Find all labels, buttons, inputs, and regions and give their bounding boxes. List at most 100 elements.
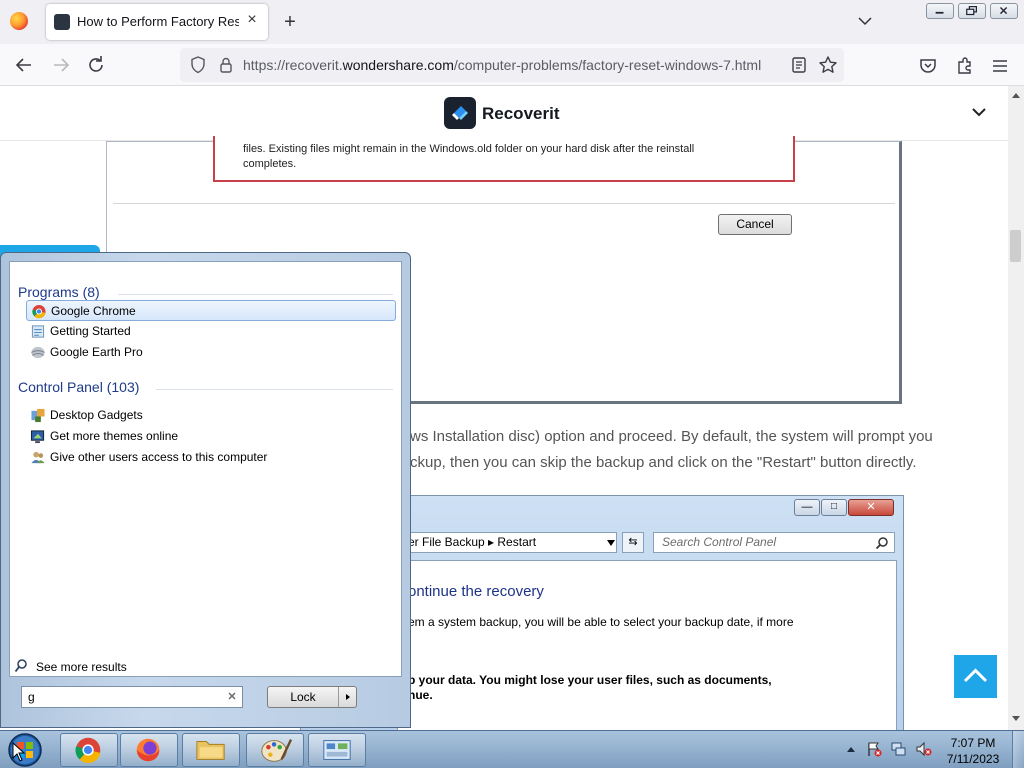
- list-all-tabs-icon[interactable]: [855, 11, 875, 31]
- close-icon: ✕: [848, 499, 894, 516]
- clear-search-icon[interactable]: [227, 691, 237, 701]
- recovery-content: ontinue the recovery em a system backup,…: [397, 560, 897, 730]
- mouse-cursor-icon: [12, 742, 26, 762]
- paint-palette-icon: [261, 739, 293, 762]
- scroll-down-arrow-icon[interactable]: [1010, 714, 1022, 724]
- start-menu-results-pane: Programs (8) Google Chrome Getting Start…: [9, 261, 402, 677]
- google-earth-icon: [31, 346, 45, 359]
- url-bar[interactable]: https://recoverit.wondershare.com/comput…: [180, 48, 844, 82]
- search-control-panel-field: Search Control Panel: [653, 532, 895, 553]
- clock-date[interactable]: 7/11/2023: [940, 752, 1006, 766]
- site-favicon-icon: [54, 14, 70, 30]
- firefox-icon: [136, 738, 160, 762]
- divider: [113, 203, 895, 204]
- forward-button[interactable]: [48, 52, 74, 78]
- chevron-up-icon: [963, 668, 988, 683]
- close-tab-icon[interactable]: ×: [242, 10, 262, 30]
- divider: [156, 389, 393, 390]
- window-close-button[interactable]: [990, 3, 1018, 19]
- programs-heading: Programs (8): [18, 284, 100, 300]
- page-scrollbar[interactable]: [1008, 86, 1024, 730]
- brand-name[interactable]: Recoverit: [482, 104, 559, 124]
- refresh-icon: ⇆: [622, 532, 644, 553]
- reload-button[interactable]: [83, 52, 109, 78]
- shutdown-options-arrow-icon[interactable]: [344, 693, 352, 701]
- recovery-warning-text: nue.: [408, 688, 433, 702]
- bookmark-star-icon[interactable]: [818, 55, 838, 75]
- window-restore-button[interactable]: [958, 3, 986, 19]
- divider: [338, 687, 339, 707]
- chrome-icon: [75, 737, 101, 763]
- url-text[interactable]: https://recoverit.wondershare.com/comput…: [243, 57, 761, 73]
- magnifier-icon: [14, 659, 27, 673]
- scroll-to-top-button[interactable]: [954, 655, 997, 698]
- navigation-bar: https://recoverit.wondershare.com/comput…: [0, 44, 1024, 86]
- window-minimize-button[interactable]: [926, 3, 954, 19]
- scrollbar-thumb[interactable]: [1010, 230, 1021, 262]
- minimize-icon: —: [794, 499, 820, 516]
- browser-tab[interactable]: How to Perform Factory Reset on Windows …: [46, 4, 268, 40]
- lock-label: Lock: [290, 690, 316, 704]
- start-search-input[interactable]: g: [21, 686, 243, 708]
- show-hidden-icons-arrow-icon[interactable]: [846, 745, 856, 753]
- result-label: Google Chrome: [51, 304, 136, 318]
- hamburger-menu-icon[interactable]: [990, 56, 1010, 76]
- control-panel-icon: [323, 740, 351, 760]
- start-result-desktop-gadgets[interactable]: Desktop Gadgets: [26, 405, 396, 426]
- start-result-get-more-themes[interactable]: Get more themes online: [26, 426, 396, 447]
- recovery-text: em a system backup, you will be able to …: [408, 615, 794, 629]
- gadgets-icon: [31, 408, 45, 423]
- network-icon[interactable]: [891, 741, 907, 757]
- result-label: Google Earth Pro: [50, 345, 143, 359]
- start-result-google-earth-pro[interactable]: Google Earth Pro: [26, 342, 396, 363]
- article-paragraph-line: ws Installation disc) option and proceed…: [410, 428, 933, 445]
- result-label: Give other users access to this computer: [50, 450, 268, 464]
- start-result-give-users-access[interactable]: Give other users access to this computer: [26, 447, 396, 468]
- taskbar-firefox-button[interactable]: [120, 733, 178, 767]
- extensions-puzzle-icon[interactable]: [955, 56, 975, 76]
- cancel-button: Cancel: [718, 214, 792, 235]
- recoverit-logo-icon[interactable]: [444, 97, 476, 129]
- firefox-icon[interactable]: [10, 12, 28, 30]
- chevron-down-icon[interactable]: [970, 105, 988, 119]
- lock-button[interactable]: Lock: [267, 686, 357, 708]
- folder-icon: [196, 741, 225, 760]
- control-panel-heading: Control Panel (103): [18, 379, 140, 395]
- lock-icon[interactable]: [218, 56, 234, 74]
- reader-view-icon[interactable]: [790, 56, 808, 74]
- start-result-google-chrome[interactable]: Google Chrome: [26, 300, 396, 321]
- new-tab-button[interactable]: +: [280, 11, 300, 33]
- back-button[interactable]: [11, 52, 37, 78]
- result-label: Desktop Gadgets: [50, 408, 143, 422]
- article-paragraph-line: ckup, then you can skip the backup and c…: [410, 454, 917, 471]
- warning-box: files. Existing files might remain in th…: [213, 136, 795, 182]
- see-more-results-link[interactable]: See more results: [36, 660, 127, 674]
- action-center-flag-icon[interactable]: [866, 741, 882, 757]
- tab-title: How to Perform Factory Reset on Windows …: [77, 14, 239, 29]
- site-header: Recoverit: [0, 86, 1008, 141]
- warning-text-line: completes.: [243, 158, 297, 170]
- taskbar: 7:07 PM 7/11/2023: [0, 730, 1024, 768]
- scroll-up-arrow-icon[interactable]: [1010, 90, 1022, 100]
- start-menu: Programs (8) Google Chrome Getting Start…: [0, 252, 411, 728]
- divider: [118, 294, 393, 295]
- start-result-getting-started[interactable]: Getting Started: [26, 321, 396, 342]
- chrome-icon: [32, 304, 46, 319]
- breadcrumb: ser File Backup ▸ Restart: [397, 532, 617, 553]
- taskbar-explorer-button[interactable]: [182, 733, 240, 767]
- getting-started-icon: [31, 325, 45, 338]
- result-label: Getting Started: [50, 324, 131, 338]
- clock-time[interactable]: 7:07 PM: [940, 736, 1006, 750]
- taskbar-chrome-button[interactable]: [60, 733, 118, 767]
- taskbar-paint-button[interactable]: [246, 733, 304, 767]
- show-desktop-button[interactable]: [1012, 731, 1024, 768]
- taskbar-control-panel-button[interactable]: [308, 733, 366, 767]
- volume-muted-icon[interactable]: [915, 741, 933, 757]
- search-icon: [875, 537, 888, 550]
- pocket-icon[interactable]: [918, 56, 938, 76]
- tracking-protection-shield-icon[interactable]: [190, 56, 206, 74]
- recovery-heading: ontinue the recovery: [408, 583, 544, 600]
- maximize-icon: □: [821, 499, 847, 516]
- recovery-warning-text: p your data. You might lose your user fi…: [408, 673, 772, 687]
- themes-icon: [30, 430, 45, 444]
